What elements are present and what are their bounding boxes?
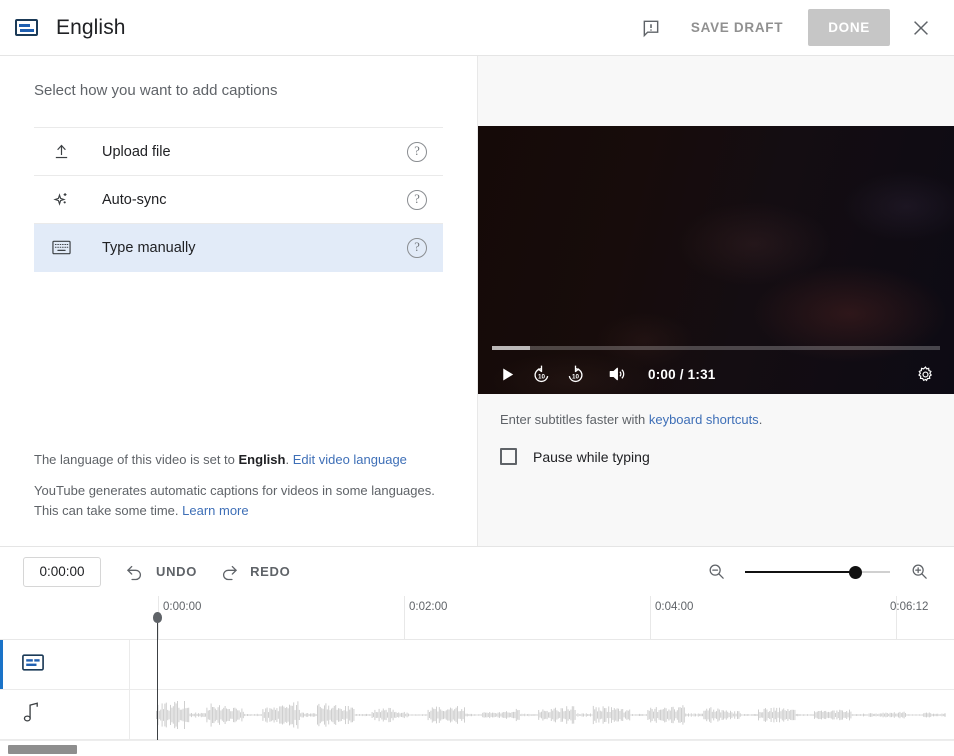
video-preview-panel: 10 10 0:00 / 1:31 Enter subtitles faster… [478,56,954,546]
redo-label: REDO [250,564,291,579]
panel-heading: Select how you want to add captions [34,82,278,99]
header-actions: SAVE DRAFT DONE [634,9,954,46]
volume-button[interactable] [600,357,634,391]
slider-fill [745,570,856,573]
zoom-in-icon[interactable] [906,559,932,585]
forward-10-button[interactable]: 10 [558,357,592,391]
ruler-label: 0:02:00 [409,601,448,613]
caption-method-list: Upload file ? Auto-sync ? Type manually … [34,127,443,272]
music-note-icon [22,701,41,728]
keyboard-shortcuts-link[interactable]: keyboard shortcuts [649,412,759,427]
close-icon[interactable] [904,11,938,45]
video-progress-bar[interactable] [492,346,940,350]
player-controls: 10 10 0:00 / 1:31 [478,354,954,394]
redo-button[interactable]: REDO [219,562,290,582]
timeline-ruler[interactable]: 0:00:00 0:02:00 0:04:00 0:06:12 [0,596,954,640]
play-button[interactable] [490,357,524,391]
timeline-toolbar: UNDO REDO [0,546,954,596]
captions-editor-window: English SAVE DRAFT DONE Select how you w… [0,0,954,756]
timeline-zoom-controls [703,559,932,585]
feedback-icon[interactable] [634,11,668,45]
scrollbar-thumb[interactable] [8,745,77,754]
closed-caption-icon [15,19,38,36]
pause-while-typing-checkbox[interactable] [500,448,517,465]
save-draft-button[interactable]: SAVE DRAFT [682,11,792,44]
edit-video-language-link[interactable]: Edit video language [293,452,407,467]
done-button[interactable]: DONE [808,9,890,46]
language-note-prefix: The language of this video is set to [34,452,239,467]
captions-track-lane[interactable] [130,640,954,689]
window-header: English SAVE DRAFT DONE [0,0,954,56]
auto-captions-note: YouTube generates automatic captions for… [34,481,446,521]
option-label: Auto-sync [102,191,167,208]
sparkle-icon [48,190,74,209]
ruler-tick [404,596,405,639]
option-label: Upload file [102,143,171,160]
help-icon-upload-file[interactable]: ? [407,141,427,162]
help-icon-type-manually[interactable]: ? [407,237,427,258]
ruler-tick [650,596,651,639]
caption-method-panel: Select how you want to add captions Uplo… [0,56,478,546]
progress-buffered [492,346,531,350]
option-type-manually[interactable]: Type manually ? [34,224,443,272]
undo-label: UNDO [156,564,198,579]
ruler-label: 0:04:00 [655,601,694,613]
closed-caption-icon [22,653,44,676]
timeline-playhead[interactable] [153,612,162,740]
slider-thumb[interactable] [849,565,863,579]
ruler-label: 0:00:00 [163,601,202,613]
ruler-label: 0:06:12 [890,601,929,613]
keyboard-icon [48,240,74,255]
help-icon-auto-sync[interactable]: ? [407,189,427,210]
rewind-10-button[interactable]: 10 [524,357,558,391]
audio-track-header[interactable] [0,690,130,739]
option-label: Type manually [102,239,196,256]
time-display: 0:00 / 1:31 [648,366,716,382]
gear-icon[interactable] [908,357,942,391]
audio-waveform [156,700,946,729]
upload-icon [48,143,74,160]
playhead-knob[interactable] [153,612,162,623]
pause-while-typing-row[interactable]: Pause while typing [500,448,650,465]
keyboard-shortcuts-hint: Enter subtitles faster with keyboard sho… [500,412,762,427]
page-title: English [56,15,126,39]
language-note-value: English [238,452,286,467]
undo-button[interactable]: UNDO [125,562,197,582]
video-language-note: The language of this video is set to Eng… [34,451,407,469]
svg-text:10: 10 [537,373,545,380]
pause-while-typing-label: Pause while typing [533,448,650,465]
shortcuts-suffix: . [758,412,763,427]
audio-track-lane[interactable] [130,690,954,739]
learn-more-link[interactable]: Learn more [182,503,248,518]
timeline-horizontal-scrollbar[interactable] [0,740,954,756]
zoom-out-icon[interactable] [703,559,729,585]
svg-text:10: 10 [571,373,579,380]
option-auto-sync[interactable]: Auto-sync ? [34,176,443,224]
option-upload-file[interactable]: Upload file ? [34,128,443,176]
captions-track[interactable] [0,640,954,690]
video-player[interactable]: 10 10 0:00 / 1:31 [478,126,954,394]
shortcuts-prefix: Enter subtitles faster with [500,412,649,427]
timeline-zoom-slider[interactable] [745,562,890,582]
timecode-input[interactable] [23,556,101,587]
captions-track-header[interactable] [0,640,130,689]
audio-track[interactable] [0,690,954,740]
timeline-tracks [0,640,954,740]
language-note-suffix: . [285,452,293,467]
